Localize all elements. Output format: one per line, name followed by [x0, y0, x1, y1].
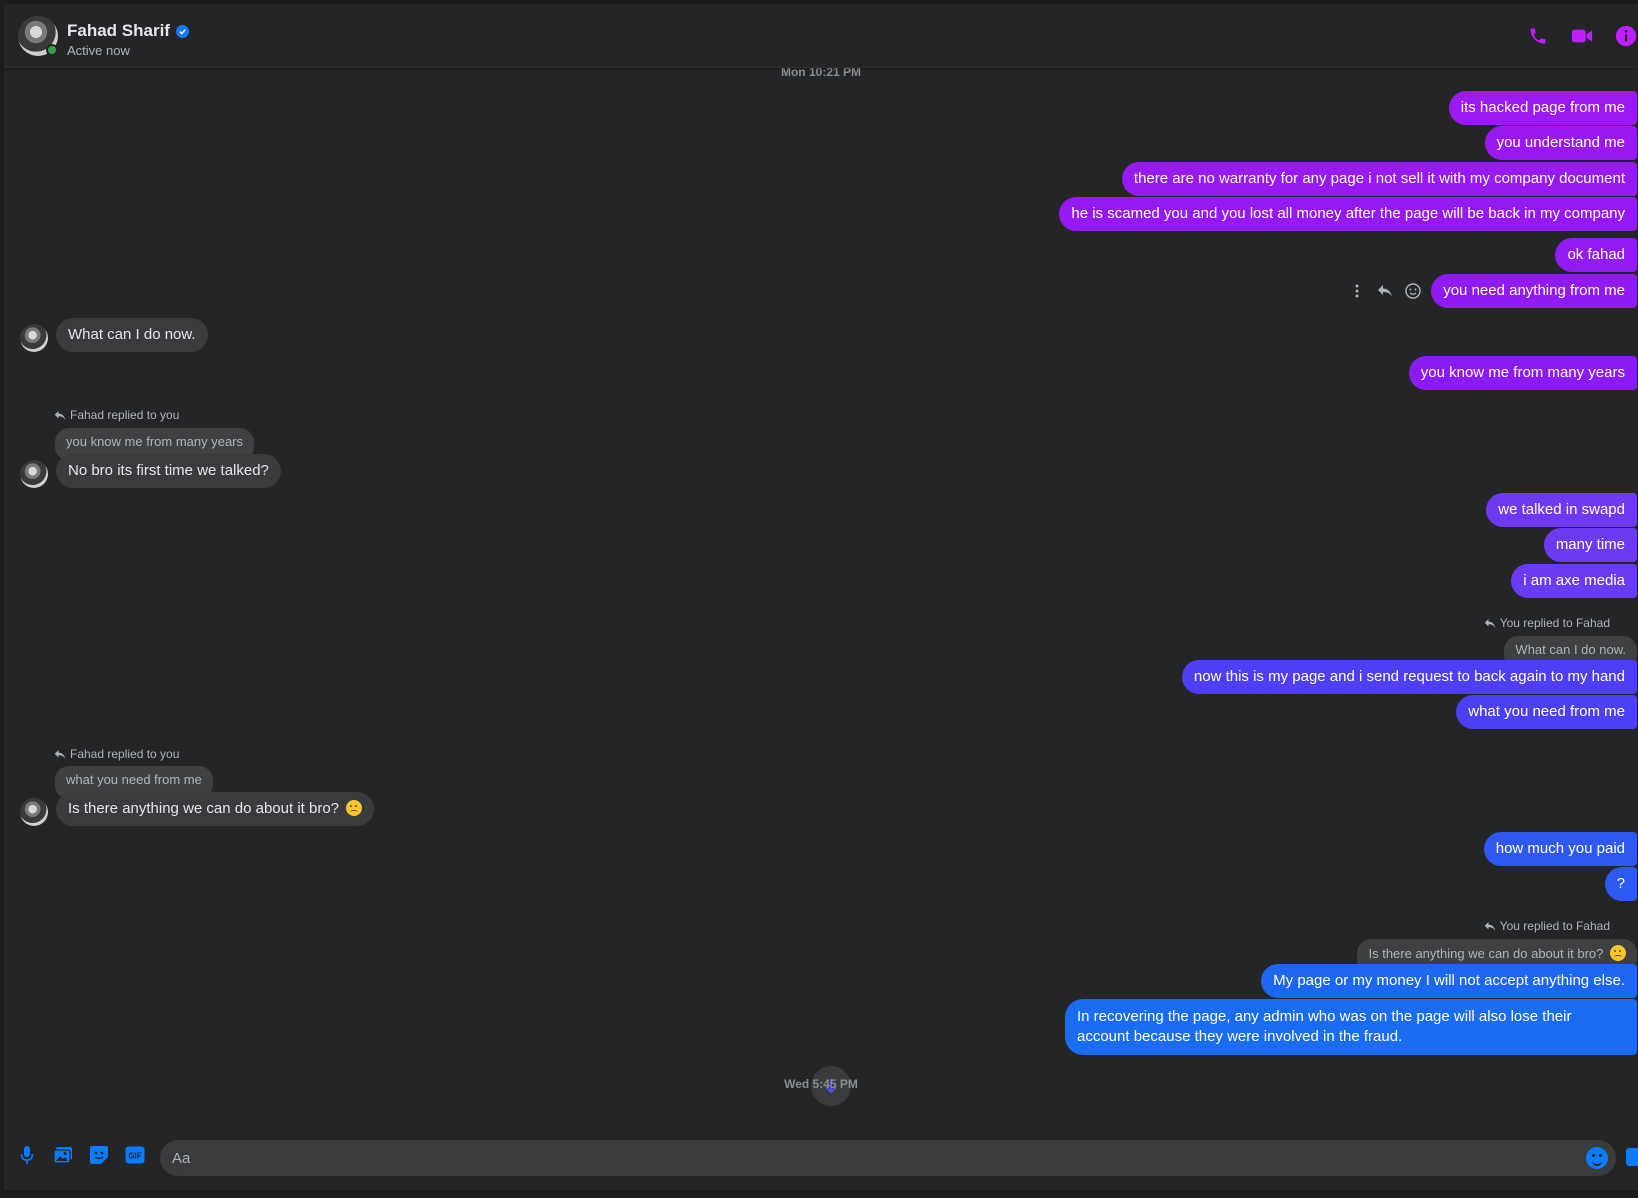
message-bubble[interactable]: we talked in swapd: [1486, 493, 1637, 527]
message-outgoing[interactable]: now this is my page and i send request t…: [1181, 660, 1637, 694]
message-bubble[interactable]: there are no warranty for any page i not…: [1121, 162, 1637, 196]
message-outgoing[interactable]: you know me from many years: [1408, 356, 1637, 390]
chat-header: Fahad Sharif Active now: [4, 4, 1638, 68]
message-outgoing[interactable]: ok fahad: [1555, 238, 1637, 272]
chat-window: Fahad Sharif Active now Mon 10:21 PM its…: [4, 4, 1638, 1190]
reply-icon: [54, 749, 66, 759]
message-bubble[interactable]: what you need from me: [1456, 695, 1637, 729]
message-bubble[interactable]: you understand me: [1484, 126, 1637, 160]
reply-label-text: You replied to Fahad: [1499, 919, 1610, 933]
phone-icon[interactable]: [1526, 24, 1550, 48]
timestamp-divider: Mon 10:21 PM: [780, 68, 861, 79]
more-options-icon[interactable]: [1349, 283, 1365, 299]
reply-icon: [54, 410, 66, 420]
quoted-text: Is there anything we can do about it bro…: [1368, 946, 1604, 961]
message-outgoing[interactable]: you need anything from me: [1349, 274, 1637, 308]
microphone-icon[interactable]: [17, 1145, 37, 1165]
gif-icon[interactable]: GIF: [125, 1145, 145, 1165]
message-outgoing[interactable]: we talked in swapd: [1486, 493, 1637, 527]
svg-text:GIF: GIF: [128, 1152, 141, 1161]
contact-status: Active now: [67, 43, 130, 58]
message-bubble[interactable]: how much you paid: [1483, 832, 1637, 866]
message-bubble[interactable]: ?: [1604, 867, 1637, 901]
react-icon[interactable]: [1405, 283, 1421, 299]
message-thread[interactable]: Mon 10:21 PM its hacked page from me you…: [4, 68, 1638, 1126]
message-bubble[interactable]: Is there anything we can do about it bro…: [56, 792, 375, 826]
message-outgoing[interactable]: there are no warranty for any page i not…: [1121, 162, 1637, 196]
message-incoming[interactable]: Is there anything we can do about it bro…: [20, 792, 375, 826]
frowning-face-emoji-icon: [346, 800, 363, 816]
message-input[interactable]: [160, 1149, 1586, 1167]
message-incoming[interactable]: What can I do now.: [20, 318, 208, 352]
reply-icon[interactable]: [1377, 283, 1393, 299]
message-outgoing[interactable]: what you need from me: [1456, 695, 1637, 729]
contact-avatar-small[interactable]: [20, 324, 48, 352]
contact-avatar-small[interactable]: [20, 460, 48, 488]
verified-badge-icon: [175, 24, 189, 38]
message-bubble[interactable]: he is scamed you and you lost all money …: [1059, 197, 1637, 231]
header-actions: [1526, 24, 1638, 48]
video-icon[interactable]: [1570, 24, 1594, 48]
contact-name[interactable]: Fahad Sharif: [67, 21, 189, 41]
reply-icon: [1484, 921, 1495, 931]
emoji-icon[interactable]: [1586, 1147, 1608, 1169]
photo-icon[interactable]: [53, 1145, 73, 1165]
message-bubble[interactable]: you need anything from me: [1431, 274, 1637, 308]
message-outgoing[interactable]: In recovering the page, any admin who wa…: [1065, 999, 1637, 1055]
sticker-icon[interactable]: [89, 1145, 109, 1165]
timestamp-divider: Wed 5:45 PM: [784, 1077, 858, 1091]
message-outgoing[interactable]: its hacked page from me: [1448, 91, 1637, 125]
like-icon[interactable]: [1626, 1148, 1638, 1166]
contact-avatar-small[interactable]: [20, 798, 48, 826]
message-bubble[interactable]: now this is my page and i send request t…: [1181, 660, 1637, 694]
message-outgoing[interactable]: how much you paid: [1483, 832, 1637, 866]
message-bubble[interactable]: What can I do now.: [56, 318, 208, 352]
message-actions: [1349, 283, 1421, 299]
message-bubble[interactable]: i am axe media: [1511, 564, 1637, 598]
reply-label: Fahad replied to you: [54, 747, 179, 761]
message-outgoing[interactable]: many time: [1543, 528, 1637, 562]
message-outgoing[interactable]: ?: [1604, 867, 1637, 901]
message-bubble[interactable]: No bro its first time we talked?: [56, 454, 281, 488]
message-bubble[interactable]: In recovering the page, any admin who wa…: [1065, 999, 1637, 1055]
message-outgoing[interactable]: My page or my money I will not accept an…: [1261, 964, 1637, 998]
message-bubble[interactable]: many time: [1543, 528, 1637, 562]
reply-icon: [1484, 618, 1495, 628]
reply-label-text: Fahad replied to you: [70, 747, 180, 761]
reply-label: You replied to Fahad: [1484, 919, 1610, 933]
message-bubble[interactable]: My page or my money I will not accept an…: [1261, 964, 1637, 998]
message-incoming[interactable]: No bro its first time we talked?: [20, 454, 281, 488]
message-input-wrapper: [160, 1140, 1616, 1176]
contact-name-text[interactable]: Fahad Sharif: [67, 21, 170, 41]
reply-label: Fahad replied to you: [54, 408, 179, 422]
reply-label: You replied to Fahad: [1484, 616, 1610, 630]
online-indicator: [46, 44, 58, 56]
message-text: Is there anything we can do about it bro…: [68, 800, 340, 817]
message-outgoing[interactable]: i am axe media: [1511, 564, 1637, 598]
message-bubble[interactable]: you know me from many years: [1408, 356, 1637, 390]
composer: GIF: [4, 1126, 1638, 1190]
message-bubble[interactable]: its hacked page from me: [1448, 91, 1637, 125]
info-icon[interactable]: [1614, 24, 1638, 48]
message-bubble[interactable]: ok fahad: [1555, 238, 1637, 272]
composer-actions: GIF: [17, 1145, 145, 1165]
message-outgoing[interactable]: he is scamed you and you lost all money …: [1059, 197, 1637, 231]
frowning-face-emoji-icon: [1610, 945, 1626, 961]
message-outgoing[interactable]: you understand me: [1484, 126, 1637, 160]
reply-label-text: Fahad replied to you: [70, 408, 180, 422]
reply-label-text: You replied to Fahad: [1499, 616, 1610, 630]
